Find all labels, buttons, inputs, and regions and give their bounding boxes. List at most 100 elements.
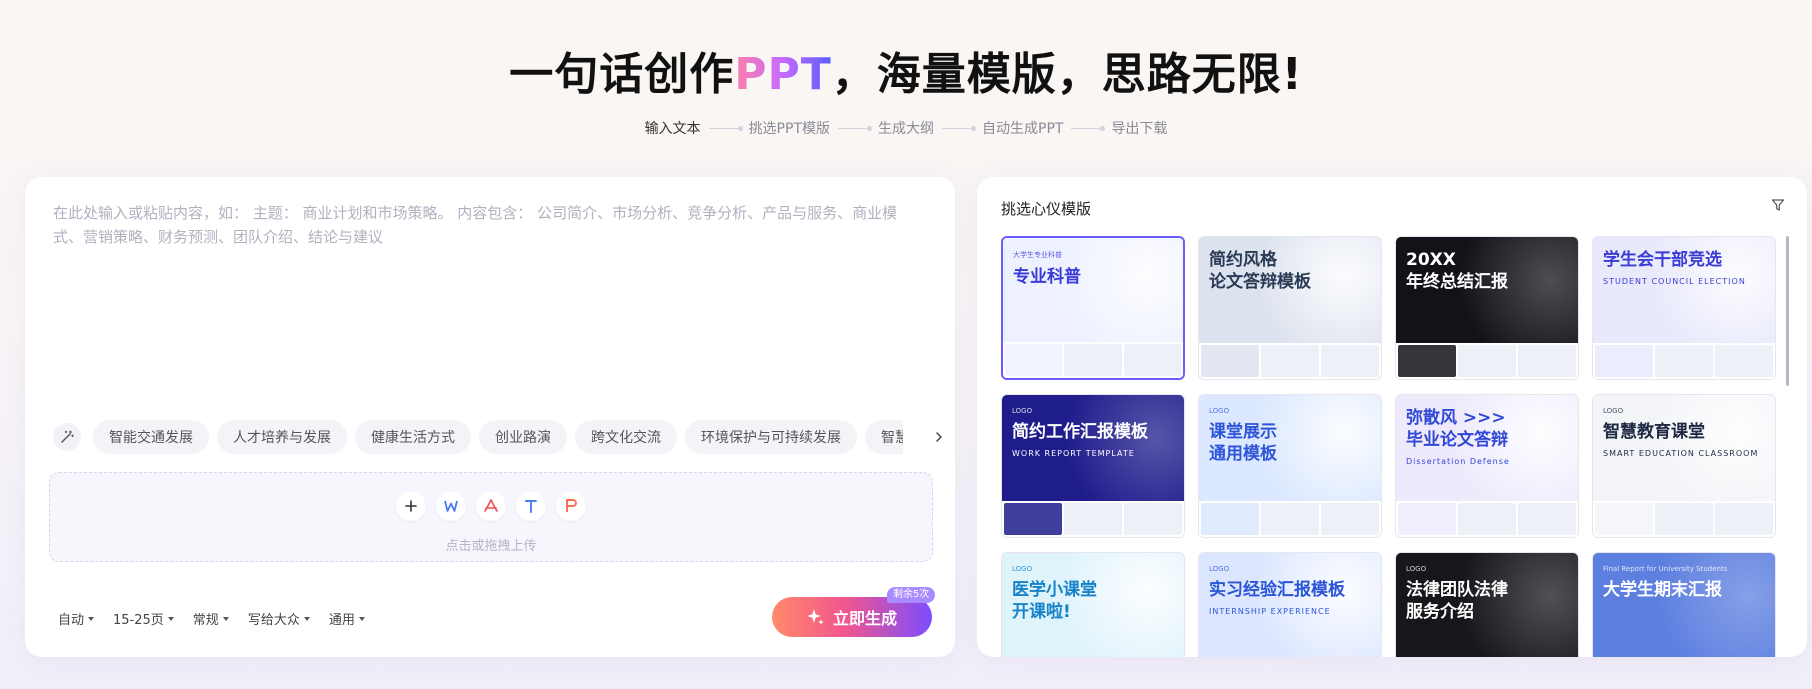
option-label: 写给大众	[247, 613, 300, 628]
template-subtitle: STUDENT COUNCIL ELECTION	[1603, 277, 1746, 286]
page-thumbnail	[1595, 345, 1653, 377]
template-title: 弥散风 >>>	[1406, 408, 1506, 428]
step-connector	[1071, 125, 1106, 131]
template-panel-title: 挑选心仪模版	[1001, 200, 1092, 218]
template-page-thumbnails	[1396, 343, 1578, 379]
page-thumbnail	[1595, 503, 1653, 535]
template-card[interactable]: 弥散风 >>> 毕业论文答辩 Dissertation Defense	[1395, 394, 1579, 538]
template-title: 医学小课堂	[1012, 580, 1097, 600]
text-file-icon[interactable]	[516, 491, 546, 521]
topic-suggestions: 智能交通发展 人才培养与发展 健康生活方式 创业路演 跨文化交流 环境保护与可持…	[53, 420, 958, 454]
input-panel: 智能交通发展 人才培养与发展 健康生活方式 创业路演 跨文化交流 环境保护与可持…	[25, 177, 955, 657]
generate-label: 立即生成	[832, 609, 897, 628]
option-pages-dropdown[interactable]: 15-25页	[113, 609, 174, 628]
page-thumbnail	[1123, 344, 1181, 376]
generate-button[interactable]: 立即生成	[772, 597, 932, 637]
template-card[interactable]: 简约风格 论文答辩模板	[1198, 236, 1382, 380]
template-cover: LOGO 医学小课堂 开课啦!	[1002, 553, 1184, 657]
template-cover: 简约风格 论文答辩模板	[1199, 237, 1381, 345]
topic-chip[interactable]: 跨文化交流	[575, 420, 677, 454]
template-card[interactable]: 20XX 年终总结汇报	[1395, 236, 1579, 380]
step-progress: 输入文本 挑选PPT模版 生成大纲 自动生成PPT 导出下载	[0, 118, 1812, 138]
template-tag: LOGO	[1209, 407, 1230, 415]
prompt-input[interactable]	[53, 201, 923, 401]
template-card[interactable]: 大学生专业科普 专业科普	[1001, 236, 1185, 380]
word-file-icon[interactable]	[436, 491, 466, 521]
option-label: 通用	[328, 613, 355, 628]
template-card[interactable]: LOGO 简约工作汇报模板 WORK REPORT TEMPLATE	[1001, 394, 1185, 538]
option-label: 常规	[192, 613, 219, 628]
caret-down-icon	[88, 616, 95, 621]
option-mode-dropdown[interactable]: 自动	[58, 609, 95, 628]
magic-wand-icon[interactable]	[53, 423, 81, 451]
caret-down-icon	[222, 616, 229, 621]
topic-chip[interactable]: 环境保护与可持续发展	[685, 420, 857, 454]
template-cover: LOGO 智慧教育课堂 SMART EDUCATION CLASSROOM	[1593, 395, 1775, 503]
template-cover: LOGO 简约工作汇报模板 WORK REPORT TEMPLATE	[1002, 395, 1184, 503]
step-auto-generate: 自动生成PPT	[982, 121, 1064, 137]
template-subtitle: WORK REPORT TEMPLATE	[1012, 449, 1135, 458]
page-thumbnail	[1458, 345, 1516, 377]
page-thumbnail	[1004, 503, 1062, 535]
template-card[interactable]: LOGO 医学小课堂 开课啦!	[1001, 552, 1185, 657]
caret-down-icon	[358, 616, 365, 621]
page-thumbnail	[1321, 503, 1379, 535]
step-connector	[838, 125, 872, 131]
template-card[interactable]: 学生会干部竞选 STUDENT COUNCIL ELECTION	[1592, 236, 1776, 380]
topic-chip[interactable]: 人才培养与发展	[217, 420, 347, 454]
upload-hint: 点击或拖拽上传	[445, 539, 537, 554]
hero-title-suffix: ，海量模版，思路无限!	[831, 49, 1303, 100]
template-cover: Final Report for University Students 大学生期…	[1593, 553, 1775, 657]
template-tag: LOGO	[1012, 565, 1033, 573]
template-page-thumbnails	[1593, 343, 1775, 379]
page-thumbnail	[1398, 345, 1456, 377]
template-subtitle: Dissertation Defense	[1406, 457, 1510, 466]
template-cover: LOGO 实习经验汇报模板 INTERNSHIP EXPERIENCE	[1199, 553, 1381, 657]
option-audience-dropdown[interactable]: 写给大众	[248, 609, 310, 628]
topic-chip[interactable]: 健康生活方式	[355, 420, 471, 454]
template-panel: 挑选心仪模版 大学生专业科普 专业科普 简约风格 论文答辩模板 20XX 年终总结汇报 学生…	[977, 177, 1807, 657]
hero-title: 一句话创作PPT，海量模版，思路无限!	[0, 38, 1812, 102]
template-grid: 大学生专业科普 专业科普 简约风格 论文答辩模板 20XX 年终总结汇报 学生会干部竞选 ST…	[1001, 236, 1781, 657]
template-subtitle: SMART EDUCATION CLASSROOM	[1603, 449, 1759, 458]
pdf-file-icon[interactable]	[476, 491, 506, 521]
template-title-line2: 开课啦!	[1012, 602, 1071, 622]
template-title: 大学生期末汇报	[1603, 580, 1722, 600]
topic-chip[interactable]: 智能交通发展	[93, 420, 209, 454]
template-page-thumbnails	[1003, 342, 1183, 378]
chevron-right-icon[interactable]	[925, 423, 953, 451]
topic-chip[interactable]: 创业路演	[479, 420, 567, 454]
template-page-thumbnails	[1396, 501, 1578, 537]
template-tag: LOGO	[1406, 565, 1427, 573]
page-thumbnail	[1715, 503, 1773, 535]
template-title-line2: 年终总结汇报	[1406, 272, 1508, 292]
template-title: 课堂展示	[1209, 422, 1277, 442]
page-thumbnail	[1201, 503, 1259, 535]
template-card[interactable]: LOGO 法律团队法律 服务介绍	[1395, 552, 1579, 657]
template-tag: 大学生专业科普	[1013, 251, 1062, 259]
page-thumbnail	[1321, 345, 1379, 377]
upload-dropzone[interactable]: 点击或拖拽上传	[49, 472, 933, 562]
plus-icon[interactable]	[396, 491, 426, 521]
ppt-file-icon[interactable]	[556, 491, 586, 521]
template-cover: 20XX 年终总结汇报	[1396, 237, 1578, 345]
filter-icon[interactable]	[1771, 197, 1785, 216]
template-card[interactable]: LOGO 实习经验汇报模板 INTERNSHIP EXPERIENCE	[1198, 552, 1382, 657]
remaining-count-badge: 剩余5次	[887, 587, 936, 603]
template-title: 智慧教育课堂	[1603, 422, 1705, 442]
hero-title-highlight: PPT	[734, 49, 832, 100]
template-card[interactable]: Final Report for University Students 大学生期…	[1592, 552, 1776, 657]
topic-chip[interactable]: 智慧	[865, 420, 903, 454]
page-thumbnail	[1005, 344, 1063, 376]
template-card[interactable]: LOGO 智慧教育课堂 SMART EDUCATION CLASSROOM	[1592, 394, 1776, 538]
option-label: 自动	[58, 613, 85, 628]
page-thumbnail	[1261, 503, 1319, 535]
template-page-thumbnails	[1199, 343, 1381, 379]
template-page-thumbnails	[1593, 501, 1775, 537]
template-card[interactable]: LOGO 课堂展示 通用模板	[1198, 394, 1382, 538]
page-thumbnail	[1518, 345, 1576, 377]
option-scene-dropdown[interactable]: 通用	[329, 609, 365, 628]
option-length-dropdown[interactable]: 常规	[193, 609, 229, 628]
template-tag: LOGO	[1603, 407, 1624, 415]
template-scrollbar[interactable]	[1786, 236, 1789, 386]
